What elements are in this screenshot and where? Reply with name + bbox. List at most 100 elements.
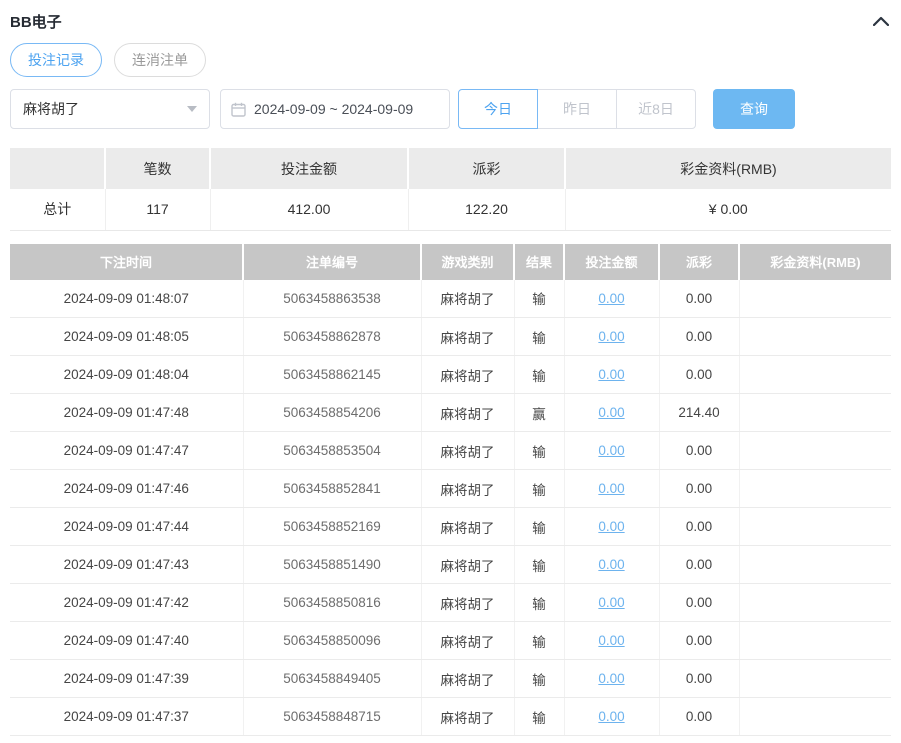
cell-result: 输 [513,621,564,660]
cell-bonus [738,583,891,622]
cell-game-type: 麻将胡了 [420,469,514,508]
quick-filter-today[interactable]: 今日 [458,89,538,129]
cell-game-type: 麻将胡了 [420,697,514,736]
cell-payout: 0.00 [658,583,739,622]
cell-bet-time: 2024-09-09 01:47:39 [10,659,243,698]
cell-result: 输 [513,507,564,546]
cell-bet-amount: 0.00 [563,279,659,318]
summary-header-count: 笔数 [104,148,210,189]
bet-amount-link[interactable]: 0.00 [598,481,624,496]
records-header-bet-amount: 投注金额 [563,243,659,280]
table-row: 2024-09-09 01:47:48 5063458854206 麻将胡了 赢… [10,393,891,432]
cell-order-no: 5063458862145 [242,355,421,394]
cell-payout: 0.00 [658,621,739,660]
cell-result: 赢 [513,393,564,432]
cell-bet-time: 2024-09-09 01:47:44 [10,507,243,546]
summary-header-row: 笔数 投注金额 派彩 彩金资料(RMB) [10,148,891,189]
table-row: 2024-09-09 01:47:44 5063458852169 麻将胡了 输… [10,507,891,546]
bet-amount-link[interactable]: 0.00 [598,557,624,572]
bet-amount-link[interactable]: 0.00 [598,329,624,344]
cell-bonus [738,431,891,470]
tab-betting-records[interactable]: 投注记录 [10,43,102,77]
quick-filter-last-8-days[interactable]: 近8日 [616,89,696,129]
cell-result: 输 [513,697,564,736]
cell-bonus [738,317,891,356]
table-row: 2024-09-09 01:47:37 5063458848715 麻将胡了 输… [10,697,891,736]
cell-order-no: 5063458852841 [242,469,421,508]
cell-result: 输 [513,431,564,470]
cell-result: 输 [513,469,564,508]
game-select-value: 麻将胡了 [23,101,79,117]
cell-game-type: 麻将胡了 [420,317,514,356]
page-title: BB电子 [10,13,62,31]
cell-game-type: 麻将胡了 [420,659,514,698]
cell-bet-time: 2024-09-09 01:47:37 [10,697,243,736]
summary-header-payout: 派彩 [407,148,565,189]
cell-game-type: 麻将胡了 [420,355,514,394]
bet-amount-link[interactable]: 0.00 [598,367,624,382]
chevron-up-icon[interactable] [871,11,891,31]
table-row: 2024-09-09 01:47:39 5063458849405 麻将胡了 输… [10,659,891,698]
query-button[interactable]: 查询 [713,89,795,129]
records-header-row: 下注时间 注单编号 游戏类别 结果 投注金额 派彩 彩金资料(RMB) [10,243,891,280]
game-select[interactable]: 麻将胡了 [10,89,210,129]
bet-amount-link[interactable]: 0.00 [598,595,624,610]
cell-bonus [738,507,891,546]
bet-amount-link[interactable]: 0.00 [598,709,624,724]
cell-order-no: 5063458862878 [242,317,421,356]
tab-bar: 投注记录 连消注单 [10,43,891,77]
table-row: 2024-09-09 01:47:42 5063458850816 麻将胡了 输… [10,583,891,622]
table-row: 2024-09-09 01:47:40 5063458850096 麻将胡了 输… [10,621,891,660]
bet-amount-link[interactable]: 0.00 [598,443,624,458]
cell-bet-time: 2024-09-09 01:47:47 [10,431,243,470]
cell-result: 输 [513,355,564,394]
cell-bonus [738,393,891,432]
cell-bonus [738,355,891,394]
cell-bet-time: 2024-09-09 01:48:07 [10,279,243,318]
cell-result: 输 [513,659,564,698]
bet-amount-link[interactable]: 0.00 [598,519,624,534]
cell-bonus [738,469,891,508]
cell-bonus [738,279,891,318]
cell-payout: 0.00 [658,317,739,356]
records-table: 下注时间 注单编号 游戏类别 结果 投注金额 派彩 彩金资料(RMB) 2024… [10,243,891,736]
cell-result: 输 [513,545,564,584]
bet-amount-link[interactable]: 0.00 [598,633,624,648]
cell-order-no: 5063458854206 [242,393,421,432]
date-range-input[interactable]: 2024-09-09 ~ 2024-09-09 [220,89,450,129]
bet-amount-link[interactable]: 0.00 [598,671,624,686]
cell-bet-time: 2024-09-09 01:48:04 [10,355,243,394]
cell-game-type: 麻将胡了 [420,507,514,546]
bet-amount-link[interactable]: 0.00 [598,405,624,420]
cell-payout: 0.00 [658,431,739,470]
cell-bet-time: 2024-09-09 01:47:48 [10,393,243,432]
records-header-game-type: 游戏类别 [420,243,514,280]
records-header-payout: 派彩 [658,243,739,280]
table-row: 2024-09-09 01:47:43 5063458851490 麻将胡了 输… [10,545,891,584]
summary-header-bonus: 彩金资料(RMB) [564,148,891,189]
cell-payout: 0.00 [658,355,739,394]
tab-cancelled-orders[interactable]: 连消注单 [114,43,206,77]
quick-filter-group: 今日 昨日 近8日 [458,89,696,129]
cell-payout: 0.00 [658,507,739,546]
cell-result: 输 [513,279,564,318]
cell-bonus [738,621,891,660]
table-row: 2024-09-09 01:47:47 5063458853504 麻将胡了 输… [10,431,891,470]
cell-bet-amount: 0.00 [563,507,659,546]
records-header-bonus: 彩金资料(RMB) [738,243,891,280]
cell-bet-time: 2024-09-09 01:47:42 [10,583,243,622]
cell-bet-time: 2024-09-09 01:47:43 [10,545,243,584]
bet-amount-link[interactable]: 0.00 [598,291,624,306]
cell-payout: 214.40 [658,393,739,432]
cell-bet-amount: 0.00 [563,697,659,736]
bb-electronics-panel: BB电子 投注记录 连消注单 麻将胡了 2024-09-09 ~ 2024-09… [0,0,901,736]
chevron-down-icon [187,106,197,112]
cell-game-type: 麻将胡了 [420,431,514,470]
cell-game-type: 麻将胡了 [420,583,514,622]
cell-bet-amount: 0.00 [563,621,659,660]
cell-order-no: 5063458851490 [242,545,421,584]
quick-filter-yesterday[interactable]: 昨日 [537,89,617,129]
cell-bet-amount: 0.00 [563,317,659,356]
cell-bet-time: 2024-09-09 01:47:40 [10,621,243,660]
cell-bet-amount: 0.00 [563,583,659,622]
